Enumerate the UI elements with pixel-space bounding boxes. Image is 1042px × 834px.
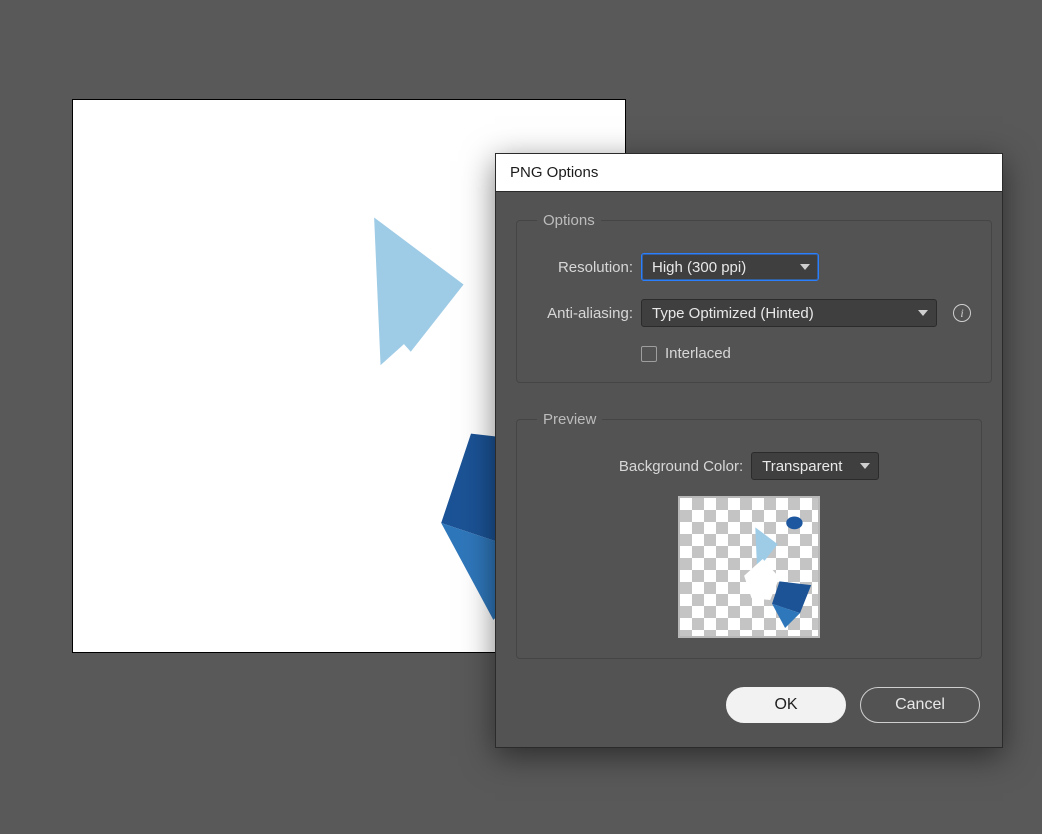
chevron-down-icon bbox=[800, 264, 810, 270]
options-legend: Options bbox=[537, 212, 601, 229]
antialias-select[interactable]: Type Optimized (Hinted) bbox=[641, 299, 937, 327]
antialias-label: Anti-aliasing: bbox=[537, 305, 633, 322]
bgcolor-value: Transparent bbox=[762, 458, 842, 475]
resolution-value: High (300 ppi) bbox=[652, 259, 746, 276]
interlaced-checkbox[interactable] bbox=[641, 346, 657, 362]
chevron-down-icon bbox=[860, 463, 870, 469]
info-icon[interactable]: i bbox=[953, 304, 971, 322]
dialog-title: PNG Options bbox=[496, 154, 1002, 192]
preview-legend: Preview bbox=[537, 411, 602, 428]
bgcolor-select[interactable]: Transparent bbox=[751, 452, 879, 480]
chevron-down-icon bbox=[918, 310, 928, 316]
preview-thumbnail bbox=[678, 496, 820, 638]
resolution-select[interactable]: High (300 ppi) bbox=[641, 253, 819, 281]
preview-group: Preview Background Color: Transparent bbox=[516, 411, 982, 659]
bgcolor-label: Background Color: bbox=[619, 458, 743, 475]
resolution-label: Resolution: bbox=[537, 259, 633, 276]
interlaced-label: Interlaced bbox=[665, 345, 731, 362]
png-options-dialog: PNG Options Options Resolution: High (30… bbox=[495, 153, 1003, 748]
ok-button[interactable]: OK bbox=[726, 687, 846, 723]
cancel-button[interactable]: Cancel bbox=[860, 687, 980, 723]
preview-artwork bbox=[680, 498, 818, 636]
options-group: Options Resolution: High (300 ppi) Anti-… bbox=[516, 212, 992, 383]
antialias-value: Type Optimized (Hinted) bbox=[652, 305, 814, 322]
